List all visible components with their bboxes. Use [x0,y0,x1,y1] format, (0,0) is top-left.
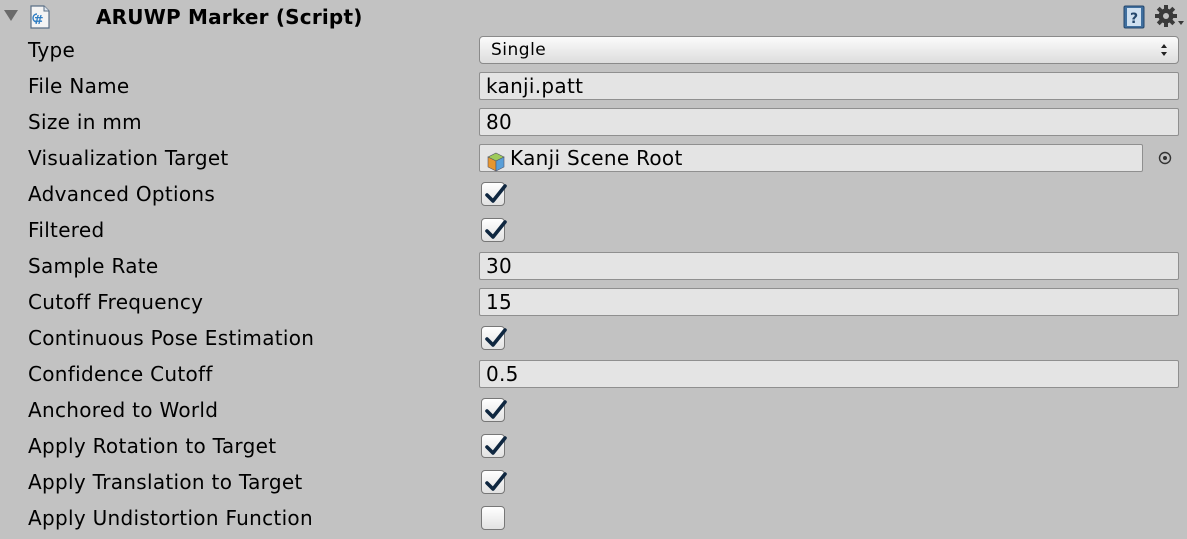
dropdown-arrows-icon [1161,44,1167,56]
row-continuous-pose-estimation: Continuous Pose Estimation [0,320,1187,356]
row-apply-rotation-to-target: Apply Rotation to Target [0,428,1187,464]
sample-rate-label: Sample Rate [28,254,159,278]
advanced-options-label: Advanced Options [28,182,216,206]
visualization-target-label: Visualization Target [28,146,229,170]
file-name-field[interactable]: kanji.patt [479,72,1179,100]
type-label: Type [28,38,76,62]
cutoff-frequency-field[interactable]: 15 [479,288,1179,316]
anchored-to-world-label: Anchored to World [28,398,219,422]
check-mark-icon [485,400,507,419]
anchored-to-world-checkbox[interactable] [481,398,507,422]
check-mark-icon [485,184,507,203]
svg-text:?: ? [1130,11,1138,27]
inspector-panel: # ARUWP Marker (Script) ? Type Single Fi… [0,0,1187,539]
foldout-arrow-icon[interactable] [4,10,18,21]
row-sample-rate: Sample Rate 30 [0,248,1187,284]
row-apply-translation-to-target: Apply Translation to Target [0,464,1187,500]
apply-translation-to-target-checkbox[interactable] [481,470,507,494]
filtered-checkbox[interactable] [481,218,507,242]
component-header: # ARUWP Marker (Script) ? [0,0,1187,34]
filtered-label: Filtered [28,218,105,242]
row-confidence-cutoff: Confidence Cutoff 0.5 [0,356,1187,392]
type-dropdown-value: Single [491,40,547,60]
advanced-options-checkbox[interactable] [481,182,507,206]
row-filtered: Filtered [0,212,1187,248]
apply-rotation-to-target-checkbox[interactable] [481,434,507,458]
cutoff-frequency-label: Cutoff Frequency [28,290,204,314]
component-title: ARUWP Marker (Script) [96,5,363,29]
apply-undistortion-function-label: Apply Undistortion Function [28,506,313,530]
row-size-in-mm: Size in mm 80 [0,104,1187,140]
continuous-pose-estimation-checkbox[interactable] [481,326,507,350]
row-cutoff-frequency: Cutoff Frequency 15 [0,284,1187,320]
row-type: Type Single [0,32,1187,68]
apply-undistortion-function-checkbox[interactable] [481,506,505,530]
size-in-mm-field[interactable]: 80 [479,108,1179,136]
file-name-label: File Name [28,74,130,98]
row-visualization-target: Visualization Target Kanji Scene Root [0,140,1187,176]
sample-rate-field[interactable]: 30 [479,252,1179,280]
gameobject-cube-icon [487,152,505,172]
row-anchored-to-world: Anchored to World [0,392,1187,428]
confidence-cutoff-label: Confidence Cutoff [28,362,213,386]
check-mark-icon [485,436,507,455]
continuous-pose-estimation-label: Continuous Pose Estimation [28,326,315,350]
size-in-mm-label: Size in mm [28,110,142,134]
csharp-script-icon: # [30,5,50,29]
confidence-cutoff-field[interactable]: 0.5 [479,360,1179,388]
row-advanced-options: Advanced Options [0,176,1187,212]
row-apply-undistortion-function: Apply Undistortion Function [0,500,1187,536]
apply-rotation-to-target-label: Apply Rotation to Target [28,434,277,458]
apply-translation-to-target-label: Apply Translation to Target [28,470,303,494]
type-dropdown[interactable]: Single [479,36,1179,64]
visualization-target-field[interactable]: Kanji Scene Root [479,144,1143,172]
gear-icon[interactable] [1155,4,1185,30]
object-picker-icon[interactable] [1157,150,1173,166]
help-book-icon[interactable]: ? [1122,5,1146,29]
row-file-name: File Name kanji.patt [0,68,1187,104]
check-mark-icon [485,328,507,347]
check-mark-icon [485,472,507,491]
check-mark-icon [485,220,507,239]
